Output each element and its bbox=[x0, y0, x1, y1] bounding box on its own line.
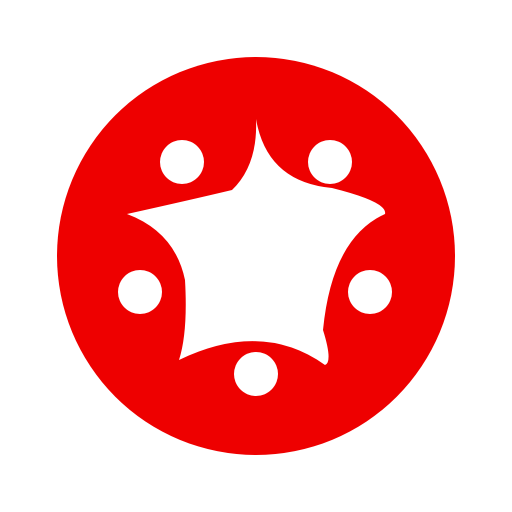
dot-bottom bbox=[234, 352, 278, 396]
dot-top-right bbox=[308, 140, 352, 184]
dot-left bbox=[118, 270, 162, 314]
dot-right bbox=[348, 270, 392, 314]
dot-top-left bbox=[160, 140, 204, 184]
logo-icon bbox=[57, 57, 455, 455]
app-icon-canvas bbox=[0, 0, 512, 512]
